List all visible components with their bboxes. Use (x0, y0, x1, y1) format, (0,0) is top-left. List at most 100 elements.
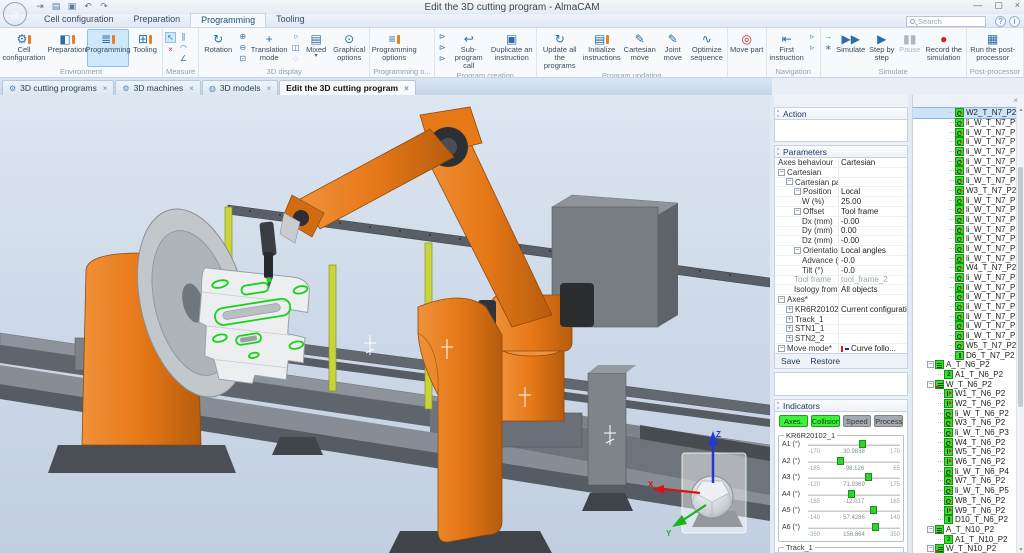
restore-button[interactable]: Restore (810, 356, 840, 366)
tree-item[interactable]: −A_T_N10_P2 (913, 525, 1016, 535)
maximize-button[interactable]: ▢ (994, 0, 1003, 11)
tab-close-icon[interactable]: × (404, 84, 409, 93)
parameter-row[interactable]: −OrientationLocal angles (775, 246, 907, 256)
tree-item[interactable]: li_W_T_N7_P18 (913, 215, 1016, 225)
parameter-row[interactable]: −Cartesian (775, 168, 907, 178)
preparation-button[interactable]: ◧Preparation (47, 29, 87, 67)
parameter-value[interactable]: Cartesian (839, 158, 907, 167)
tree-item[interactable]: W3_T_N7_P2 (913, 186, 1016, 196)
slider-handle[interactable] (848, 490, 855, 498)
tree-item[interactable]: W9_T_N6_P2 (913, 505, 1016, 515)
small-tool-icon[interactable]: ◌ (293, 54, 298, 63)
tree-item[interactable]: li_W_T_N7_P20 (913, 234, 1016, 244)
close-button[interactable]: × (1015, 0, 1020, 11)
tree-item[interactable]: li_W_T_N7_P13 (913, 156, 1016, 166)
small-tool-icon[interactable]: ∗ (825, 43, 832, 52)
tree-item[interactable]: W3_T_N6_P2 (913, 418, 1016, 428)
indicator-axes-toggle[interactable]: Axes. (779, 415, 808, 427)
parameter-value[interactable]: -0.00 (839, 217, 907, 226)
tree-item[interactable]: W6_T_N6_P2 (913, 457, 1016, 467)
doc-tab-3d-machines[interactable]: ⚙3D machines× (115, 80, 200, 95)
tree-item[interactable]: li_W_T_N6_P4 (913, 466, 1016, 476)
tree-item[interactable]: li_W_T_N7_P9 (913, 118, 1016, 128)
panel-close-icon[interactable]: × (1013, 96, 1018, 105)
parameter-row[interactable]: W (%)25.00 (775, 197, 907, 207)
slider-handle[interactable] (870, 506, 877, 514)
tree-item[interactable]: li_W_T_N7_P10 (913, 127, 1016, 137)
tree-item[interactable]: li_W_T_N7_P24 (913, 282, 1016, 292)
axis-slider[interactable]: -185-98.12665 (808, 457, 900, 473)
expander-icon[interactable]: + (786, 325, 793, 332)
duplicate-an-instruction-button[interactable]: ▣Duplicate an instruction (489, 29, 535, 71)
parameter-row[interactable]: +Track_1 (775, 315, 907, 325)
cartesian-move-button[interactable]: ✎Cartesian move (622, 29, 658, 71)
axis-slider[interactable]: -350156.864350 (808, 523, 900, 539)
tree-item[interactable]: li_W_T_N7_P19 (913, 224, 1016, 234)
indicator-process-toggle[interactable]: Process (874, 415, 903, 427)
small-tool-icon[interactable]: ○ (293, 32, 298, 41)
tree-item[interactable]: li_W_T_N6_P2 (913, 408, 1016, 418)
expander-icon[interactable]: − (794, 188, 801, 195)
small-tool-icon[interactable]: ◫ (292, 43, 300, 52)
scroll-down-icon[interactable]: ▼ (1017, 547, 1024, 553)
tree-item[interactable]: li_W_T_N7_P25 (913, 292, 1016, 302)
expander-icon[interactable]: − (778, 345, 785, 352)
parameter-value[interactable]: 0.00 (839, 226, 907, 235)
tree-item[interactable]: W2_T_N7_P2 (913, 108, 1016, 118)
tree-item[interactable]: W1_T_N6_P2 (913, 389, 1016, 399)
ribbon-tab-cell-configuration[interactable]: Cell configuration (34, 13, 124, 27)
run-the-post-processor-button[interactable]: ▦Run the post-processor (968, 29, 1018, 67)
viewport-3d[interactable]: X Y Z (0, 95, 770, 553)
small-tool-icon[interactable]: ▹ (810, 32, 814, 41)
expander-icon[interactable]: + (786, 306, 793, 313)
pause-button[interactable]: ▮▮Pause (897, 29, 923, 67)
small-tool-icon[interactable]: × (168, 45, 173, 54)
small-tool-icon[interactable]: ↖ (165, 32, 176, 43)
simulate-button[interactable]: ▶▶Simulate (835, 29, 867, 67)
mixed-button[interactable]: ▤Mixed▾ (302, 29, 330, 67)
programming-options-button[interactable]: ≡Programming options (371, 29, 417, 67)
parameter-value[interactable]: -0.0 (839, 266, 907, 275)
tree-item[interactable]: li_W_T_N7_P27 (913, 311, 1016, 321)
parameter-value[interactable]: Local angles (839, 246, 907, 255)
doc-tab-3d-models[interactable]: ◍3D models× (202, 80, 278, 95)
parameter-row[interactable]: Axes behaviourCartesian (775, 158, 907, 168)
parameter-value[interactable]: Tool frame (839, 207, 907, 216)
indicator-collision-toggle[interactable]: Collision (811, 415, 840, 427)
expander-icon[interactable]: + (786, 335, 793, 342)
parameter-row[interactable]: Tilt (°)-0.0 (775, 266, 907, 276)
tree-expander-icon[interactable]: − (927, 526, 934, 533)
tree-item[interactable]: −A_T_N6_P2 (913, 360, 1016, 370)
search-input[interactable]: Search (906, 16, 986, 27)
parameter-row[interactable]: −Axes* (775, 295, 907, 305)
small-tool-icon[interactable]: ⊡ (239, 54, 246, 63)
tree-item[interactable]: li_W_T_N7_P21 (913, 244, 1016, 254)
expander-icon[interactable]: − (778, 169, 785, 176)
tree-item[interactable]: li_W_T_N7_P12 (913, 147, 1016, 157)
parameter-row[interactable]: +STN1_1 (775, 325, 907, 335)
ribbon-tab-tooling[interactable]: Tooling (266, 13, 315, 27)
parameter-row[interactable]: −OffsetTool frame (775, 207, 907, 217)
tree-item[interactable]: li_W_T_N6_P3 (913, 428, 1016, 438)
tree-item[interactable]: li_W_T_N7_P17 (913, 205, 1016, 215)
tree-item[interactable]: li_W_T_N7_P26 (913, 302, 1016, 312)
tree-item[interactable]: li_W_T_N7_P16 (913, 195, 1016, 205)
parameter-value[interactable]: Current configurati (839, 305, 907, 314)
doc-tab-3d-cutting-programs[interactable]: ⚙3D cutting programs× (2, 80, 114, 95)
tree-expander-icon[interactable]: − (927, 381, 934, 388)
axis-slider[interactable]: -12071.9369175 (808, 473, 900, 489)
tooling-button[interactable]: ⊞Tooling (129, 29, 161, 67)
axis-slider[interactable]: -17030.9838170 (808, 440, 900, 456)
small-tool-icon[interactable]: ⊳ (439, 54, 446, 63)
small-tool-icon[interactable]: ⊳ (439, 43, 446, 52)
parameter-value[interactable]: Curve follo... (839, 344, 907, 353)
slider-handle[interactable] (859, 440, 866, 448)
small-tool-icon[interactable]: ∥ (182, 32, 186, 41)
scrollbar-thumb[interactable] (1018, 167, 1023, 407)
parameter-value[interactable]: All objects (839, 285, 907, 294)
save-button[interactable]: Save (781, 356, 800, 366)
small-tool-icon[interactable]: → (824, 32, 832, 41)
parameter-row[interactable]: Dx (mm)-0.00 (775, 217, 907, 227)
parameter-value[interactable]: 25.00 (839, 197, 907, 206)
tree-item[interactable]: li_W_T_N7_P23 (913, 273, 1016, 283)
